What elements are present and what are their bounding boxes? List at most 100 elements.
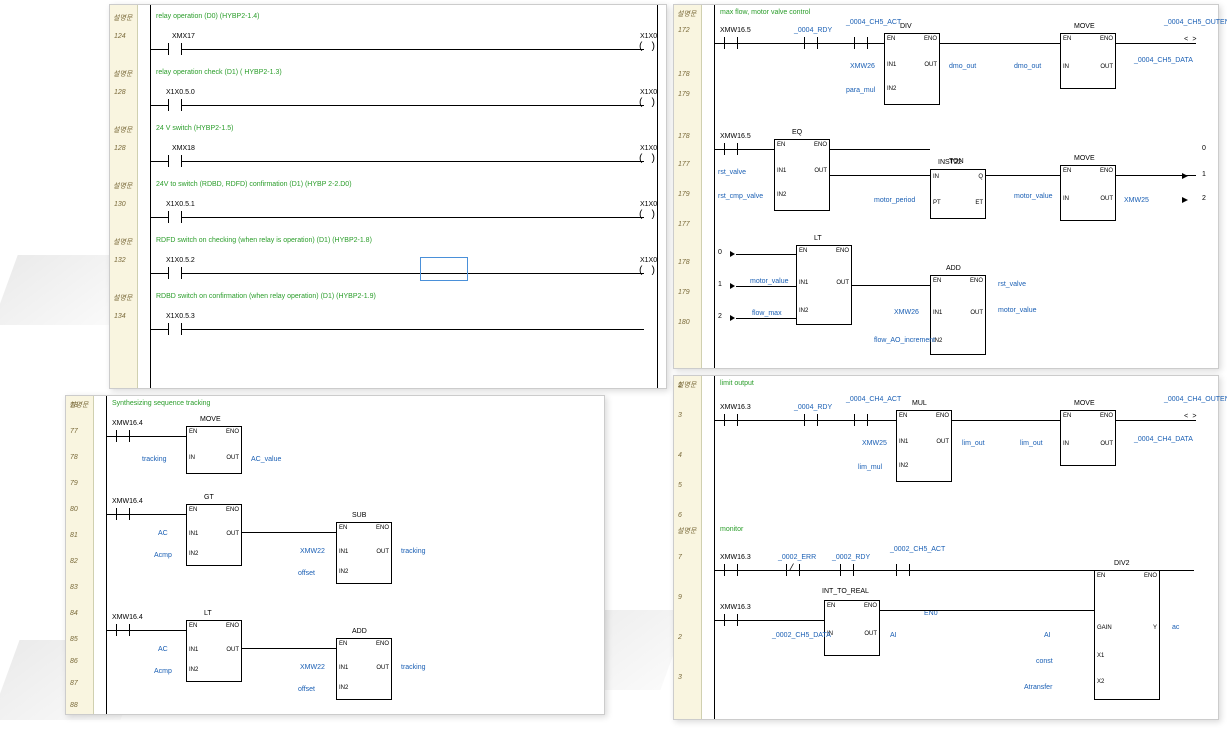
signal: tracking — [401, 548, 426, 555]
signal: rst_valve — [998, 281, 1026, 288]
row-num: 6 — [678, 512, 682, 519]
contact-label: XMX17 — [172, 33, 195, 40]
row-num: 179 — [678, 191, 690, 198]
signal: rst_valve — [718, 169, 746, 176]
row-num: 87 — [70, 680, 78, 687]
signal: _0004_CH5_DATA — [1134, 57, 1180, 64]
contact-label: _0004_RDY — [794, 404, 832, 411]
signal: rst_cmp_valve — [718, 193, 768, 200]
move-block[interactable]: ENENO INOUT — [1060, 33, 1116, 89]
rung-desc: RDBD switch on confirmation (when relay … — [156, 293, 376, 300]
div2-block[interactable]: ENENO GAIN Y X1 X2 — [1094, 570, 1160, 700]
int-to-real-block[interactable]: ENENO INOUT — [824, 600, 880, 656]
gt-block[interactable]: ENENO IN1OUT IN2 — [186, 504, 242, 566]
rung-desc: RDFD switch on checking (when relay is o… — [156, 237, 372, 244]
rung-desc: Synthesizing sequence tracking — [112, 400, 210, 407]
mul-block[interactable]: ENENO IN1OUT IN2 — [896, 410, 952, 482]
signal: offset — [298, 686, 315, 693]
row-num: 2 — [678, 634, 682, 641]
signal: AC_value — [251, 456, 281, 463]
in-label: 2 — [718, 313, 722, 320]
rung-desc: relay operation check (D1) ( HYBP2-1.3) — [156, 69, 282, 76]
rung-desc: 24V to switch (RDBD, RDFD) confirmation … — [156, 181, 352, 188]
move-block[interactable]: ENENO INOUT — [1060, 410, 1116, 466]
signal: _0004_CH4_DATA — [1134, 436, 1180, 443]
contact-label: _0004_CH4_ACT — [846, 396, 886, 403]
block-name: DIV — [900, 23, 912, 30]
desc-tag: 설명문 — [113, 69, 132, 79]
signal: XMW25 — [862, 440, 887, 447]
ton-block[interactable]: TON INQ PTET — [930, 169, 986, 219]
contact-label: XMW16.5 — [720, 133, 751, 140]
row-num: 83 — [70, 584, 78, 591]
sub-block[interactable]: ENENO IN1OUT IN2 — [336, 522, 392, 584]
row-number-gutter — [674, 376, 702, 719]
out-label: 1 — [1202, 171, 1206, 178]
in-label: 0 — [718, 249, 722, 256]
signal: dmo_out — [1014, 63, 1041, 70]
rung-desc: max flow, motor valve control — [720, 9, 810, 16]
signal: lim_mul — [858, 464, 882, 471]
move-block-2[interactable]: ENENO INOUT — [1060, 165, 1116, 221]
signal: XMW25 — [1124, 197, 1149, 204]
contact-label: _0004_RDY — [794, 27, 832, 34]
signal: para_mul — [846, 87, 875, 94]
out-label: 0 — [1202, 145, 1206, 152]
move-block[interactable]: ENENO INOUT — [186, 426, 242, 474]
contact-label: _0004_CH5_ACT — [846, 19, 886, 26]
row-num: 84 — [70, 610, 78, 617]
div-block[interactable]: ENENO IN1OUT IN2 — [884, 33, 940, 105]
desc-tag: 설명문 — [677, 526, 696, 536]
signal: motor_value — [998, 307, 1042, 314]
add-block[interactable]: ENENO IN1OUT IN2 — [930, 275, 986, 355]
signal: EN0 — [924, 610, 938, 617]
row-num: 178 — [678, 133, 690, 140]
block-name: ADD — [946, 265, 961, 272]
rung-desc: monitor — [720, 526, 743, 533]
row-num: 77 — [70, 428, 78, 435]
block-name: GT — [204, 494, 214, 501]
signal: motor_value — [750, 278, 792, 285]
signal: Acmp — [154, 552, 172, 559]
row-num: 3 — [678, 674, 682, 681]
add-block[interactable]: ENENO IN1OUT IN2 — [336, 638, 392, 700]
row-num: 177 — [678, 161, 690, 168]
selection-rect[interactable] — [420, 257, 468, 281]
row-num: 7 — [678, 554, 682, 561]
row-num: 81 — [70, 532, 78, 539]
lt-block[interactable]: ENENO IN1OUT IN2 — [796, 245, 852, 325]
signal: _0004_CH4_OUTEN — [1164, 396, 1210, 403]
block-name: LT — [204, 610, 212, 617]
coil-label: X1X0 — [640, 145, 657, 152]
signal: Acmp — [154, 668, 172, 675]
signal: flow_max — [752, 310, 782, 317]
desc-tag: 설명문 — [113, 181, 132, 191]
eq-block[interactable]: ENENO IN1OUT IN2 — [774, 139, 830, 211]
row-num: 9 — [678, 594, 682, 601]
signal: const — [1036, 658, 1053, 665]
contact-label: XMW16.3 — [720, 404, 751, 411]
row-number-gutter — [110, 5, 138, 388]
row-num: 80 — [70, 506, 78, 513]
contact-label: XMW16.5 — [720, 27, 751, 34]
block-name: MOVE — [200, 416, 221, 423]
block-name: SUB — [352, 512, 366, 519]
desc-tag: 설명문 — [677, 9, 696, 19]
out-label: 2 — [1202, 195, 1206, 202]
signal: motor_period — [874, 197, 924, 204]
signal: lim_out — [962, 440, 985, 447]
lt-block[interactable]: ENENO IN1OUT IN2 — [186, 620, 242, 682]
row-num: 172 — [678, 27, 690, 34]
signal: lim_out — [1020, 440, 1043, 447]
panel-bottom-left: 설명문 Synthesizing sequence tracking 78 77… — [65, 395, 605, 715]
row-num: 178 — [678, 259, 690, 266]
block-name: EQ — [792, 129, 802, 136]
contact-label: XMW16.4 — [112, 498, 143, 505]
row-num: 78 — [70, 402, 78, 409]
coil-label: X1X0 — [640, 257, 657, 264]
signal: XMW22 — [300, 664, 325, 671]
signal: tracking — [142, 456, 167, 463]
contact-label: _0002_CH5_ACT — [890, 546, 932, 553]
coil-label: X1X0 — [640, 33, 657, 40]
row-num: 5 — [678, 482, 682, 489]
